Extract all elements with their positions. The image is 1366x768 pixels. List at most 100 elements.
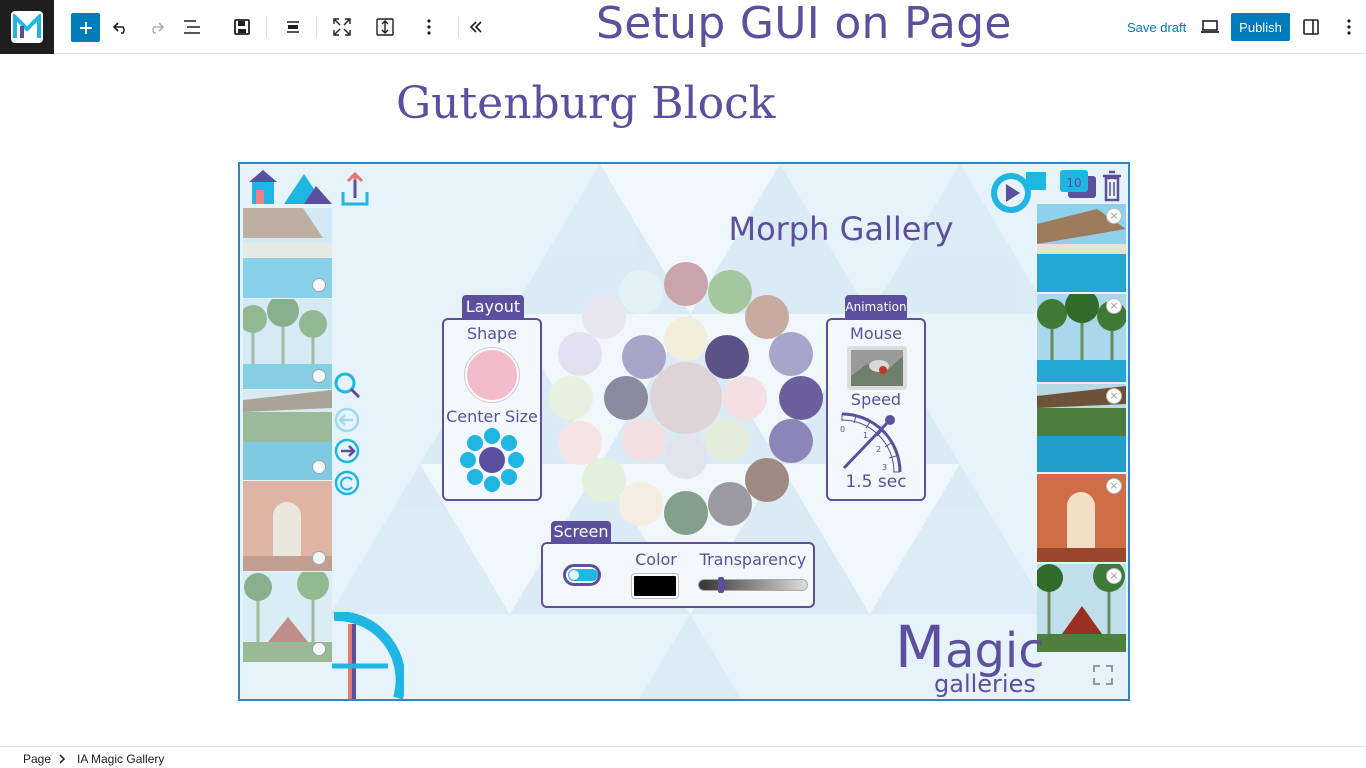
shape-label: Shape xyxy=(466,324,518,343)
dial-tick-1: 1 xyxy=(863,431,868,440)
ia-logo xyxy=(332,612,404,699)
thumbnail-item[interactable] xyxy=(240,295,332,389)
next-arrow-icon[interactable] xyxy=(334,438,360,464)
remove-image-button[interactable]: × xyxy=(1106,208,1122,224)
collapse-toolbar-button[interactable] xyxy=(461,12,491,42)
morph-circle-preview xyxy=(549,262,823,535)
center-size-flower-icon[interactable] xyxy=(460,428,524,492)
fullscreen-corner-icon[interactable] xyxy=(1093,665,1113,685)
image-counter-icon: 10 xyxy=(1060,170,1096,198)
thumbnail-item[interactable] xyxy=(243,568,332,662)
color-label: Color xyxy=(635,550,677,569)
remove-image-button[interactable]: × xyxy=(1106,388,1122,404)
thumbnail-select-radio[interactable] xyxy=(312,278,326,292)
thumbnail-item[interactable] xyxy=(243,208,332,298)
toolbar-separator xyxy=(266,16,267,38)
thumbnail-select-radio[interactable] xyxy=(312,369,326,383)
breadcrumb: Page IA Magic Gallery xyxy=(0,746,1366,768)
list-view-icon xyxy=(184,20,200,34)
mouse-label: Mouse xyxy=(850,324,902,343)
selected-image-item[interactable]: × xyxy=(1037,289,1127,382)
height-button[interactable] xyxy=(370,12,400,42)
counter-badge: 10 xyxy=(1066,176,1081,190)
layout-tab[interactable]: Layout xyxy=(462,295,524,319)
breadcrumb-block[interactable]: IA Magic Gallery xyxy=(77,752,164,766)
publish-button[interactable]: Publish xyxy=(1231,13,1290,41)
laptop-icon xyxy=(1201,20,1219,33)
transparency-slider[interactable] xyxy=(698,577,808,593)
sidebar-toggle-icon xyxy=(1303,19,1319,35)
mouse-bird-image[interactable] xyxy=(847,346,907,390)
animation-tab[interactable]: Animation xyxy=(845,295,907,319)
align-center-icon xyxy=(287,21,299,33)
thumbnail-item[interactable] xyxy=(243,481,332,571)
save-draft-button[interactable]: Save draft xyxy=(1127,20,1186,35)
document-overview-button[interactable] xyxy=(177,12,207,42)
zoom-icon[interactable] xyxy=(334,372,361,399)
toolbar-separator xyxy=(458,16,459,38)
magic-gallery-block[interactable]: 10 Morph Gallery Shape Center Size Layou… xyxy=(238,162,1130,701)
thumbnail-select-radio[interactable] xyxy=(312,642,326,656)
floppy-disk-icon xyxy=(234,19,250,35)
speed-value: 1.5 sec xyxy=(845,472,907,492)
more-options-button[interactable] xyxy=(414,12,444,42)
toolbar-separator xyxy=(316,16,317,38)
center-circle xyxy=(650,362,722,434)
add-block-button[interactable] xyxy=(71,13,100,42)
double-chevron-left-icon xyxy=(469,21,482,33)
left-nav-controls xyxy=(334,372,361,496)
settings-sidebar-button[interactable] xyxy=(1296,12,1326,42)
editor-app: Setup GUI on Page Save draft Publish Gut… xyxy=(0,0,1366,768)
save-icon-button[interactable] xyxy=(227,12,257,42)
selected-image-item[interactable]: × xyxy=(1037,384,1126,472)
thumbnail-select-radio[interactable] xyxy=(312,460,326,474)
thumbnail-select-radio[interactable] xyxy=(312,551,326,565)
selected-image-item[interactable]: × xyxy=(1035,560,1126,652)
site-logo-button[interactable] xyxy=(0,0,54,54)
speed-dial[interactable]: 0 1 2 3 xyxy=(836,408,906,478)
expand-icon xyxy=(333,18,351,36)
speed-label: Speed xyxy=(850,390,902,409)
vertical-ellipsis-icon xyxy=(1347,19,1351,35)
breadcrumb-page[interactable]: Page xyxy=(23,752,51,766)
vertical-ellipsis-icon xyxy=(427,19,431,35)
dial-tick-2: 2 xyxy=(876,445,881,454)
undo-icon xyxy=(112,22,125,34)
center-size-label: Center Size xyxy=(446,407,538,426)
home-icon xyxy=(249,170,277,204)
mountains-icon xyxy=(284,174,332,204)
transparency-label: Transparency xyxy=(699,550,807,569)
remove-image-button[interactable]: × xyxy=(1106,568,1122,584)
remove-image-button[interactable]: × xyxy=(1106,478,1122,494)
page-title[interactable]: Gutenburg Block xyxy=(396,78,775,129)
editor-toolbar: Setup GUI on Page Save draft Publish xyxy=(0,0,1366,54)
transparency-slider-thumb[interactable] xyxy=(718,577,724,593)
screen-tab[interactable]: Screen xyxy=(551,521,611,543)
selected-image-item[interactable]: × xyxy=(1037,474,1126,562)
overlay-title: Setup GUI on Page xyxy=(596,0,1012,49)
shape-circle-button[interactable] xyxy=(465,348,519,402)
refresh-icon[interactable] xyxy=(334,470,360,496)
remove-image-button[interactable]: × xyxy=(1106,298,1122,314)
dial-tick-0: 0 xyxy=(840,425,845,434)
undo-button[interactable] xyxy=(106,12,136,42)
redo-icon xyxy=(152,22,165,34)
layout-panel: Shape Center Size xyxy=(442,318,542,501)
galleries-brand-text: galleries xyxy=(934,670,1036,698)
animation-panel: Mouse Speed 0 1 2 3 1.5 sec xyxy=(826,318,926,501)
thumbnail-item[interactable] xyxy=(243,390,332,480)
site-logo-icon xyxy=(11,11,43,43)
align-button[interactable] xyxy=(278,12,308,42)
left-thumbnail-strip xyxy=(240,208,332,662)
selected-image-item[interactable]: × xyxy=(1037,204,1126,292)
screen-color-swatch[interactable] xyxy=(632,574,678,598)
right-thumbnail-strip: × × × × × xyxy=(1035,204,1127,654)
preview-button[interactable] xyxy=(1195,12,1225,42)
vertical-resize-icon xyxy=(376,18,394,36)
previous-arrow-icon[interactable] xyxy=(334,407,360,433)
options-button[interactable] xyxy=(1334,12,1364,42)
fullscreen-button[interactable] xyxy=(327,12,357,42)
screen-toggle-switch[interactable] xyxy=(563,564,601,586)
redo-button[interactable] xyxy=(141,12,171,42)
dial-tick-3: 3 xyxy=(882,463,887,472)
